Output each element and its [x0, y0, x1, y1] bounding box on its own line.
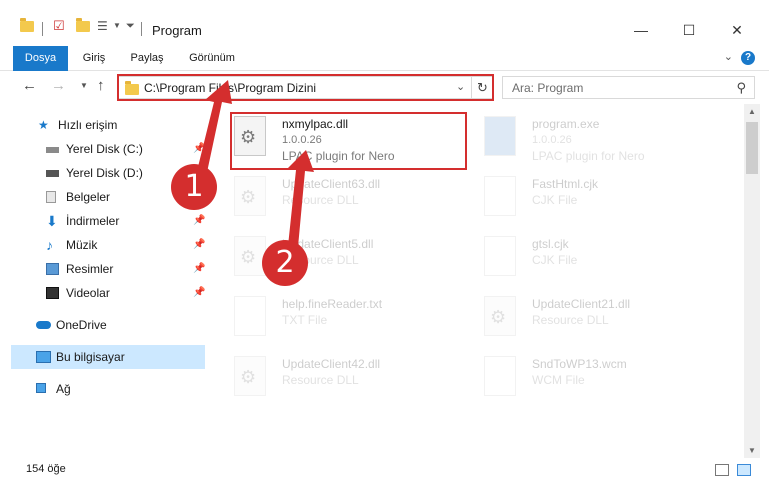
tab-share[interactable]: Paylaş — [126, 46, 168, 71]
step-badge-1: 1 — [171, 164, 217, 210]
pin-icon[interactable]: 📌 — [193, 143, 205, 154]
file-name: gtsl.cjk — [532, 237, 569, 251]
file-item[interactable]: ⚙ UpdateClient63.dll Resource DLL — [234, 173, 474, 231]
file-item[interactable]: SndToWP13.wcm WCM File — [484, 353, 724, 411]
minimize-button[interactable]: — — [618, 14, 664, 46]
drive-icon — [46, 147, 59, 153]
file-name: UpdateClient63.dll — [282, 177, 381, 191]
maximize-button[interactable]: ☐ — [666, 14, 712, 46]
file-name: help.fineReader.txt — [282, 297, 383, 311]
file-name: program.exe — [532, 117, 600, 131]
step-badge-2: 2 — [262, 240, 308, 286]
view-list-icon[interactable]: ☰ — [97, 19, 108, 33]
gear-icon: ⚙ — [240, 187, 257, 207]
file-highlight-box — [230, 112, 467, 170]
divider — [141, 22, 142, 36]
file-item[interactable]: help.fineReader.txt TXT File — [234, 293, 474, 351]
dll-file-icon: ⚙ — [234, 236, 266, 276]
file-item[interactable]: FastHtml.cjk CJK File — [484, 173, 724, 231]
drive-icon — [46, 170, 59, 177]
download-icon: ⬇ — [46, 213, 58, 229]
gear-icon: ⚙ — [240, 247, 257, 267]
file-icon — [484, 176, 516, 216]
divider — [42, 22, 43, 36]
scrollbar-thumb[interactable] — [746, 122, 758, 174]
up-arrow-icon[interactable]: ↑ — [97, 77, 105, 94]
file-description: CJK File — [532, 253, 578, 267]
file-description: LPAC plugin for Nero — [532, 149, 645, 163]
dll-file-icon: ⚙ — [234, 176, 266, 216]
search-icon[interactable]: ⚲ — [736, 80, 746, 96]
file-description: WCM File — [532, 373, 585, 387]
file-version: 1.0.0.26 — [532, 134, 572, 146]
file-item[interactable]: ⚙ UpdateClient21.dll Resource DLL — [484, 293, 724, 351]
vertical-scrollbar[interactable]: ▲ ▼ — [744, 104, 760, 458]
file-description: Resource DLL — [282, 373, 359, 387]
file-name: SndToWP13.wcm — [532, 357, 627, 371]
tab-view[interactable]: Görünüm — [183, 46, 241, 71]
title-bar: ☑ ☰ ▼ ⏷ Program — ☐ ✕ — [0, 0, 769, 46]
music-icon: ♪ — [46, 237, 53, 253]
file-description: TXT File — [282, 313, 328, 327]
star-icon: ★ — [38, 118, 49, 132]
file-name: UpdateClient42.dll — [282, 357, 381, 371]
pin-icon[interactable]: 📌 — [193, 263, 205, 274]
pin-icon[interactable]: 📌 — [193, 215, 205, 226]
search-placeholder[interactable]: Ara: Program — [512, 81, 583, 95]
file-item-program-exe[interactable]: program.exe 1.0.0.26 LPAC plugin for Ner… — [484, 113, 724, 171]
search-box[interactable]: Ara: Program ⚲ — [502, 76, 755, 99]
file-item[interactable]: gtsl.cjk CJK File — [484, 233, 724, 291]
computer-icon — [36, 351, 51, 363]
pin-icon[interactable]: 📌 — [193, 287, 205, 298]
file-description: Resource DLL — [532, 313, 609, 327]
ribbon-expand-icon[interactable]: ⌄ — [724, 50, 733, 63]
customize-toolbar-icon[interactable]: ⏷ — [126, 20, 135, 33]
window-title: Program — [152, 23, 202, 38]
tab-home[interactable]: Giriş — [78, 46, 110, 71]
documents-icon — [46, 191, 56, 203]
exe-file-icon — [484, 116, 516, 156]
status-bar: 154 öğe — [0, 458, 769, 482]
forward-arrow-icon[interactable]: → — [51, 77, 66, 94]
pin-icon[interactable]: 📌 — [193, 239, 205, 250]
details-view-icon[interactable] — [715, 464, 729, 476]
file-name: FastHtml.cjk — [532, 177, 598, 191]
file-icon — [484, 356, 516, 396]
gear-icon: ⚙ — [490, 307, 507, 327]
scroll-up-icon[interactable]: ▲ — [748, 107, 756, 116]
pictures-icon — [46, 263, 59, 275]
text-file-icon — [234, 296, 266, 336]
cloud-icon — [36, 321, 51, 329]
file-item[interactable]: ⚙ UpdateClient42.dll Resource DLL — [234, 353, 474, 411]
scroll-down-icon[interactable]: ▼ — [748, 446, 756, 455]
file-name: UpdateClient21.dll — [532, 297, 631, 311]
properties-check-icon[interactable]: ☑ — [53, 18, 65, 34]
dll-file-icon: ⚙ — [234, 356, 266, 396]
recent-locations-chevron-icon[interactable]: ▼ — [80, 81, 88, 90]
new-folder-icon[interactable] — [76, 18, 90, 32]
chevron-down-icon[interactable]: ▼ — [113, 21, 121, 30]
close-button[interactable]: ✕ — [714, 14, 760, 46]
folder-icon[interactable] — [20, 18, 34, 32]
network-icon — [36, 383, 46, 393]
videos-icon — [46, 287, 59, 299]
gear-icon: ⚙ — [240, 367, 257, 387]
file-description: Resource DLL — [282, 193, 359, 207]
large-icons-view-icon[interactable] — [737, 464, 751, 476]
address-highlight-box — [117, 74, 494, 101]
back-arrow-icon[interactable]: ← — [22, 77, 37, 94]
help-icon[interactable]: ? — [741, 51, 755, 65]
dll-file-icon: ⚙ — [484, 296, 516, 336]
item-count: 154 öğe — [26, 463, 66, 475]
file-description: CJK File — [532, 193, 578, 207]
file-icon — [484, 236, 516, 276]
ribbon-tabs: Dosya Giriş Paylaş Görünüm ⌄ ? — [0, 46, 769, 104]
